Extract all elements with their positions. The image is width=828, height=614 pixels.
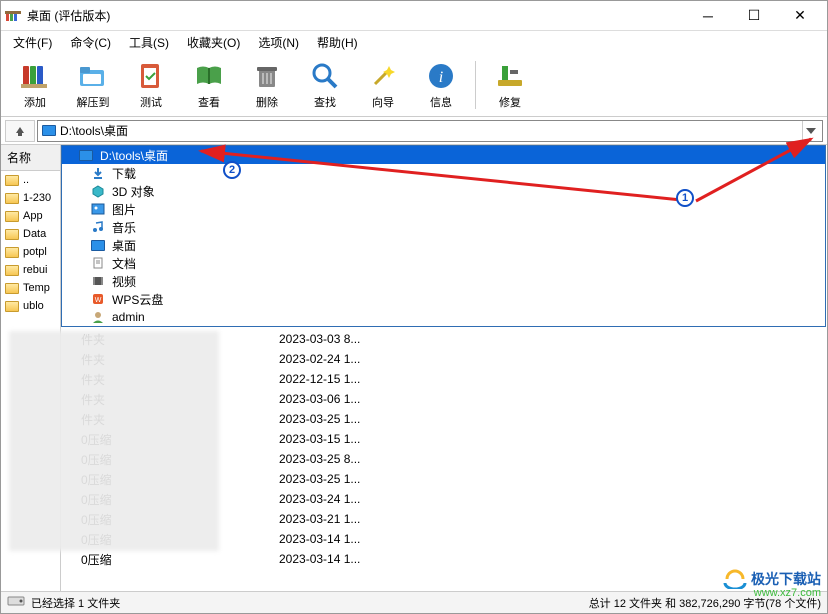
sidebar-header[interactable]: 名称 bbox=[1, 145, 60, 171]
dropdown-item[interactable]: 3D 对象 bbox=[62, 182, 825, 200]
dropdown-item[interactable]: 文档 bbox=[62, 254, 825, 272]
up-button[interactable] bbox=[5, 120, 35, 142]
sidebar-item[interactable]: .. bbox=[1, 171, 60, 189]
dropdown-item[interactable]: 音乐 bbox=[62, 218, 825, 236]
monitor-icon bbox=[78, 148, 94, 162]
wps-icon: W bbox=[90, 292, 106, 306]
disk-icon bbox=[7, 595, 25, 610]
menu-favorites[interactable]: 收藏夹(O) bbox=[179, 32, 248, 53]
clipboard-check-icon bbox=[135, 60, 167, 92]
sidebar-item[interactable]: Data bbox=[1, 225, 60, 243]
download-icon bbox=[90, 166, 106, 180]
wizard-button[interactable]: 向导 bbox=[355, 56, 411, 114]
view-button[interactable]: 查看 bbox=[181, 56, 237, 114]
search-icon bbox=[309, 60, 341, 92]
folder-icon bbox=[5, 247, 19, 258]
monitor-icon bbox=[90, 238, 106, 252]
sidebar-item[interactable]: potpl bbox=[1, 243, 60, 261]
books-icon bbox=[19, 60, 51, 92]
find-button[interactable]: 查找 bbox=[297, 56, 353, 114]
delete-button[interactable]: 删除 bbox=[239, 56, 295, 114]
folder-icon bbox=[5, 175, 19, 186]
address-bar-row: D:\tools\桌面 bbox=[1, 117, 827, 145]
minimize-button[interactable]: ─ bbox=[685, 2, 731, 30]
dropdown-item[interactable]: admin bbox=[62, 308, 825, 326]
doc-icon bbox=[90, 256, 106, 270]
folder-icon bbox=[5, 283, 19, 294]
repair-button[interactable]: 修复 bbox=[482, 56, 538, 114]
menu-file[interactable]: 文件(F) bbox=[5, 32, 60, 53]
monitor-icon bbox=[42, 125, 56, 136]
toolbar-separator bbox=[475, 61, 476, 109]
annotation-badge-2: 2 bbox=[223, 161, 241, 179]
redacted-area bbox=[9, 331, 219, 551]
info-button[interactable]: i 信息 bbox=[413, 56, 469, 114]
cube-icon bbox=[90, 184, 106, 198]
folder-icon bbox=[5, 229, 19, 240]
menu-command[interactable]: 命令(C) bbox=[62, 32, 119, 53]
sidebar-item[interactable]: 1-230 bbox=[1, 189, 60, 207]
close-button[interactable]: ✕ bbox=[777, 2, 823, 30]
toolbar: 添加 解压到 测试 查看 删除 查找 向导 i 信息 修复 bbox=[1, 53, 827, 117]
svg-text:W: W bbox=[95, 297, 102, 304]
dropdown-item[interactable]: 下载 bbox=[62, 164, 825, 182]
user-icon bbox=[90, 310, 106, 324]
status-left: 已经选择 1 文件夹 bbox=[31, 595, 589, 611]
dropdown-item[interactable]: 桌面 bbox=[62, 236, 825, 254]
chevron-down-icon bbox=[806, 128, 816, 134]
dropdown-item[interactable]: D:\tools\桌面 bbox=[62, 146, 825, 164]
path-dropdown[interactable]: D:\tools\桌面下载3D 对象图片音乐桌面文档视频WWPS云盘admin bbox=[61, 145, 826, 327]
arrow-up-icon bbox=[14, 125, 26, 137]
dropdown-arrow[interactable] bbox=[802, 121, 818, 141]
dropdown-item[interactable]: 图片 bbox=[62, 200, 825, 218]
titlebar: 桌面 (评估版本) ─ ☐ ✕ bbox=[1, 1, 827, 31]
book-open-icon bbox=[193, 60, 225, 92]
watermark-logo-icon bbox=[723, 569, 747, 589]
menubar: 文件(F) 命令(C) 工具(S) 收藏夹(O) 选项(N) 帮助(H) bbox=[1, 31, 827, 53]
folder-icon bbox=[5, 265, 19, 276]
folder-open-icon bbox=[77, 60, 109, 92]
menu-tools[interactable]: 工具(S) bbox=[121, 32, 177, 53]
folder-icon bbox=[5, 211, 19, 222]
repair-icon bbox=[494, 60, 526, 92]
extract-button[interactable]: 解压到 bbox=[65, 56, 121, 114]
folder-icon bbox=[5, 193, 19, 204]
picture-icon bbox=[90, 202, 106, 216]
folder-icon bbox=[5, 301, 19, 312]
dropdown-item[interactable]: 视频 bbox=[62, 272, 825, 290]
test-button[interactable]: 测试 bbox=[123, 56, 179, 114]
video-icon bbox=[90, 274, 106, 288]
add-button[interactable]: 添加 bbox=[7, 56, 63, 114]
file-row[interactable]: 0压缩2023-03-14 1... bbox=[61, 549, 827, 569]
sidebar-item[interactable]: ublo bbox=[1, 297, 60, 315]
window-title: 桌面 (评估版本) bbox=[27, 7, 685, 24]
svg-text:i: i bbox=[439, 69, 443, 86]
music-icon bbox=[90, 220, 106, 234]
info-icon: i bbox=[425, 60, 457, 92]
statusbar: 已经选择 1 文件夹 总计 12 文件夹 和 382,726,290 字节(78… bbox=[1, 591, 827, 613]
sidebar-item[interactable]: Temp bbox=[1, 279, 60, 297]
path-text: D:\tools\桌面 bbox=[60, 122, 802, 139]
annotation-badge-1: 1 bbox=[676, 189, 694, 207]
wand-icon bbox=[367, 60, 399, 92]
sidebar-item[interactable]: rebui bbox=[1, 261, 60, 279]
app-icon bbox=[5, 8, 21, 24]
menu-help[interactable]: 帮助(H) bbox=[309, 32, 366, 53]
sidebar-item[interactable]: App bbox=[1, 207, 60, 225]
dropdown-item[interactable]: WWPS云盘 bbox=[62, 290, 825, 308]
maximize-button[interactable]: ☐ bbox=[731, 2, 777, 30]
trash-icon bbox=[251, 60, 283, 92]
menu-options[interactable]: 选项(N) bbox=[250, 32, 307, 53]
path-combo[interactable]: D:\tools\桌面 bbox=[37, 120, 823, 142]
watermark: 极光下载站 www.xz7.com bbox=[723, 569, 821, 589]
